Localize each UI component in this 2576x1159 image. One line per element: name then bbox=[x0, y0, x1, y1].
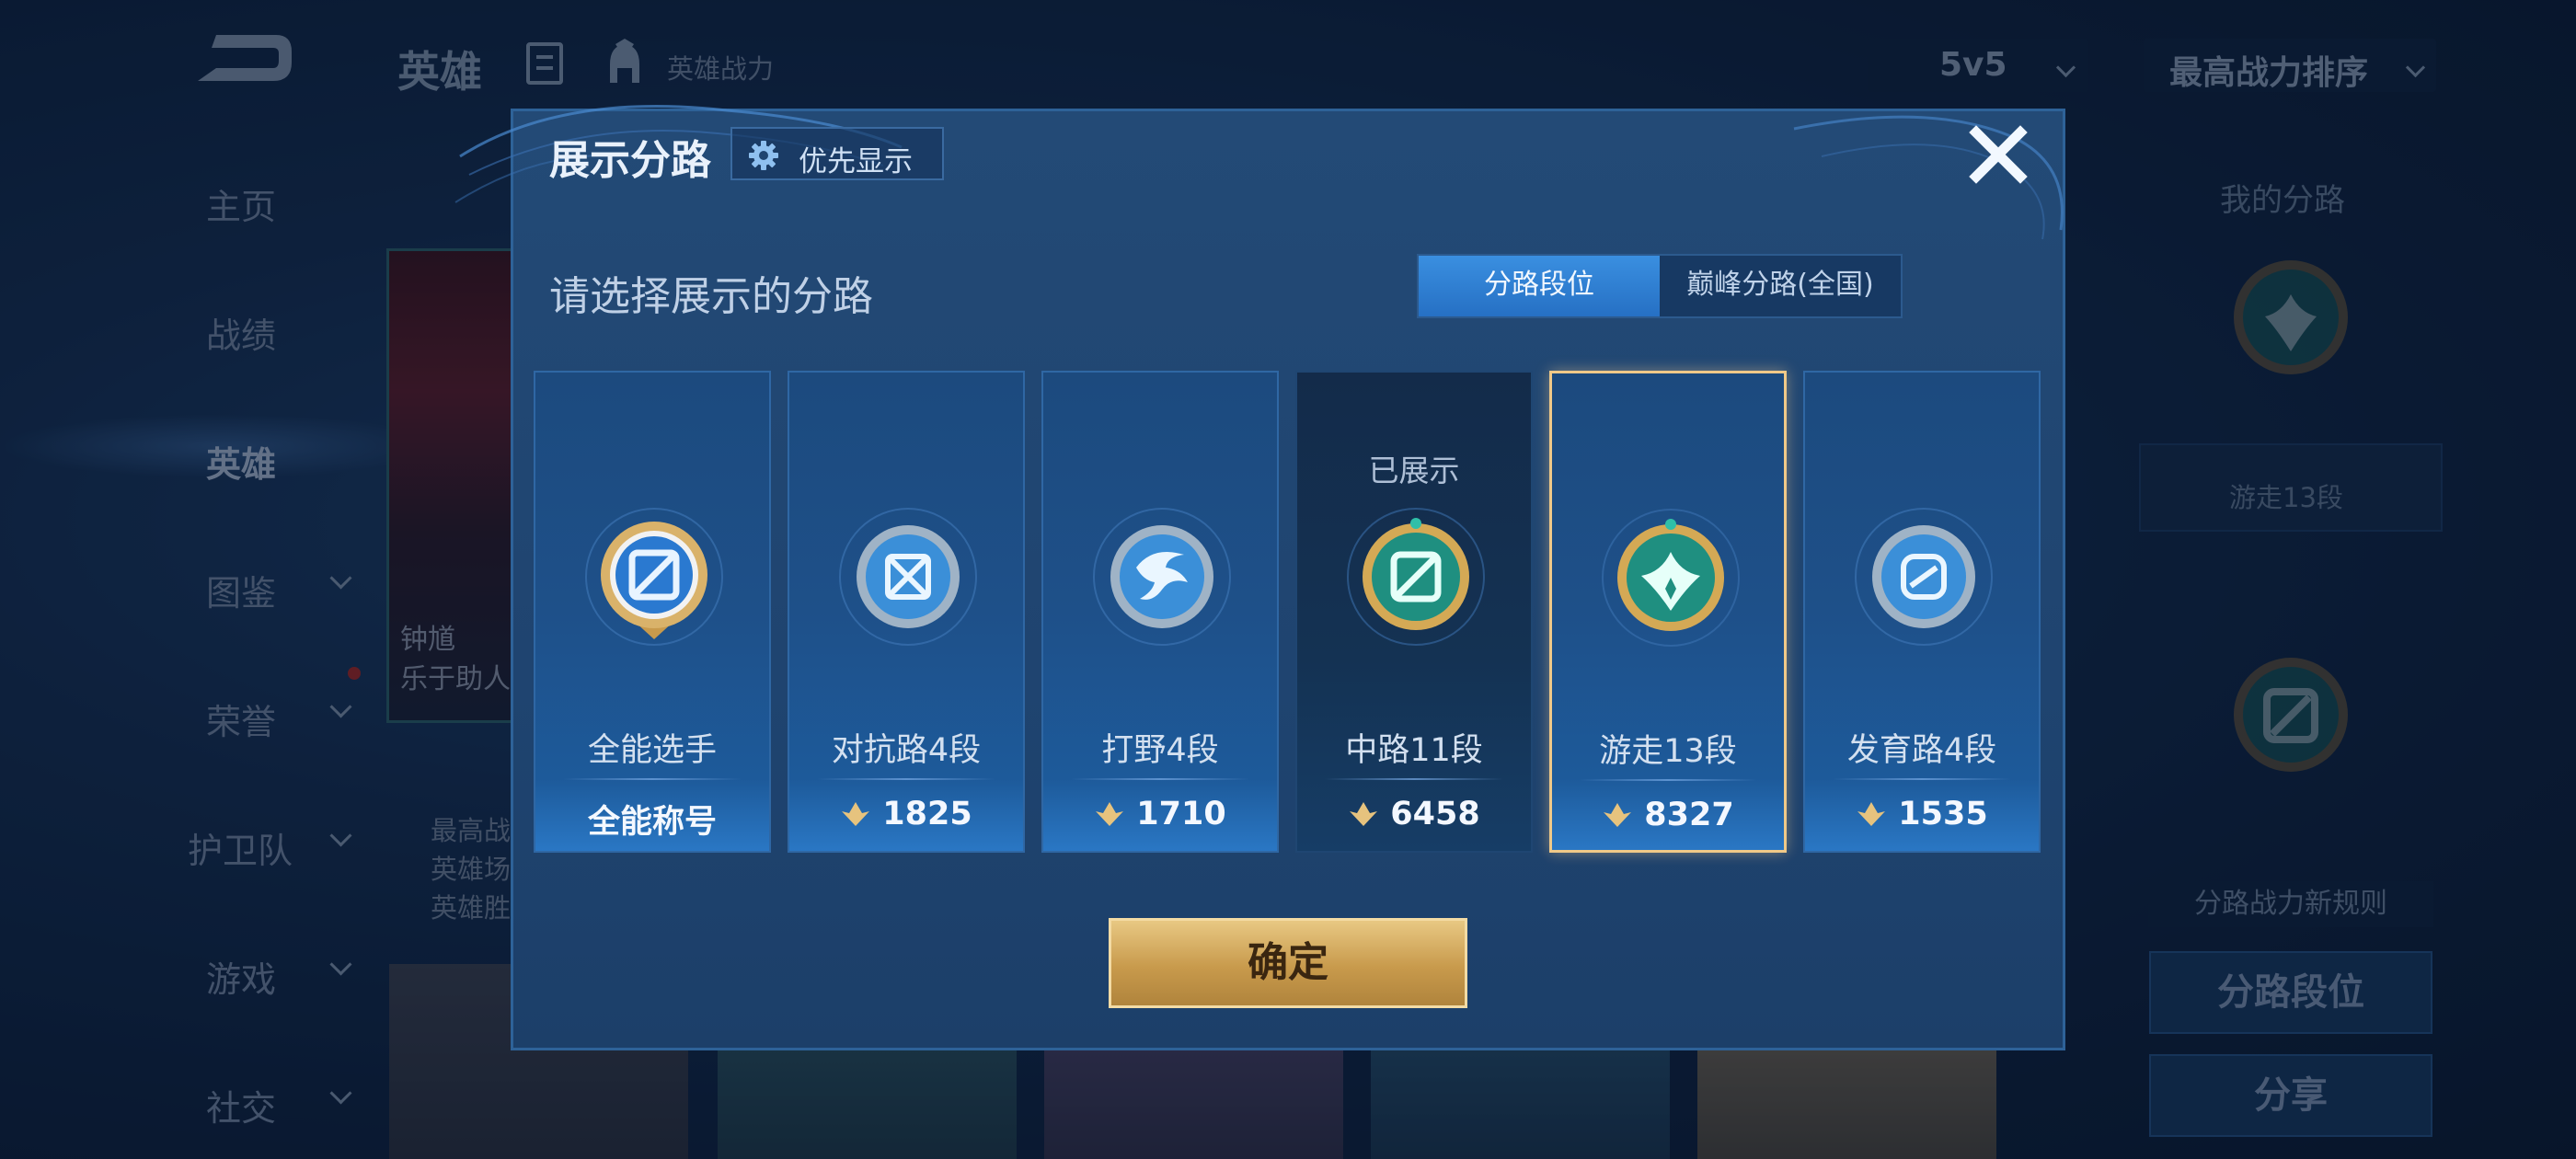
lane-power-value: 1710 bbox=[1136, 796, 1226, 832]
lane-card-jungle[interactable]: 打野4段 1710 bbox=[1041, 371, 1279, 853]
mid-lane-emblem-icon bbox=[1347, 508, 1485, 646]
lane-power-value: 8327 bbox=[1644, 797, 1734, 833]
shown-tag: 已展示 bbox=[1368, 453, 1460, 488]
power-icon bbox=[1604, 803, 1632, 827]
divider bbox=[1580, 779, 1756, 781]
power-icon bbox=[1857, 802, 1886, 826]
lane-name: 中路11段 bbox=[1345, 732, 1483, 769]
jungle-emblem-icon bbox=[1093, 508, 1231, 646]
lane-name: 发育路4段 bbox=[1846, 732, 1997, 769]
priority-display-label: 优先显示 bbox=[799, 145, 913, 178]
lane-tabs: 分路段位 巅峰分路(全国) bbox=[1417, 254, 1903, 318]
lane-power: 1535 bbox=[1805, 796, 2039, 832]
lane-power: 1825 bbox=[789, 796, 1023, 832]
lane-card-all-round[interactable]: 全能选手 全能称号 bbox=[534, 371, 771, 853]
lane-card-farm[interactable]: 发育路4段 1535 bbox=[1803, 371, 2041, 853]
dialog-subtitle: 请选择展示的分路 bbox=[549, 273, 873, 320]
lane-power: 1710 bbox=[1043, 796, 1277, 832]
farm-lane-emblem-icon bbox=[1855, 508, 1993, 646]
power-icon bbox=[842, 802, 870, 826]
divider bbox=[1833, 778, 2011, 780]
divider bbox=[817, 778, 995, 780]
lane-card-clash[interactable]: 对抗路4段 1825 bbox=[788, 371, 1025, 853]
dialog-title: 展示分路 bbox=[549, 137, 711, 184]
tab-peak-lane[interactable]: 巅峰分路(全国) bbox=[1660, 256, 1901, 316]
lane-name: 打野4段 bbox=[1101, 732, 1219, 769]
power-icon bbox=[1096, 802, 1124, 826]
lane-power: 8327 bbox=[1552, 797, 1784, 833]
lane-power-value: 6458 bbox=[1390, 796, 1480, 832]
lane-name: 对抗路4段 bbox=[831, 732, 982, 769]
divider bbox=[1071, 778, 1249, 780]
lane-power-value: 1535 bbox=[1898, 796, 1988, 832]
roam-emblem-icon bbox=[1602, 509, 1740, 647]
tab-lane-rank[interactable]: 分路段位 bbox=[1419, 256, 1660, 316]
lane-name: 全能选手 bbox=[587, 732, 717, 769]
power-icon bbox=[1350, 802, 1378, 826]
all-round-emblem-icon bbox=[585, 508, 723, 646]
lane-card-roam[interactable]: 游走13段 8327 bbox=[1549, 371, 1787, 853]
lane-power: 6458 bbox=[1297, 796, 1531, 832]
lane-name: 游走13段 bbox=[1599, 733, 1737, 770]
confirm-button[interactable]: 确定 bbox=[1109, 918, 1467, 1008]
close-icon[interactable] bbox=[1965, 121, 2031, 188]
gear-icon bbox=[749, 141, 778, 170]
clash-lane-emblem-icon bbox=[839, 508, 977, 646]
dialog-ornament bbox=[1793, 115, 2064, 240]
lane-power-value: 1825 bbox=[882, 796, 972, 832]
lane-card-mid[interactable]: 已展示 中路11段 6458 bbox=[1295, 371, 1533, 853]
divider bbox=[563, 778, 742, 780]
lane-value: 全能称号 bbox=[587, 804, 717, 841]
divider bbox=[1325, 778, 1503, 780]
priority-display-button[interactable]: 优先显示 bbox=[730, 127, 944, 180]
